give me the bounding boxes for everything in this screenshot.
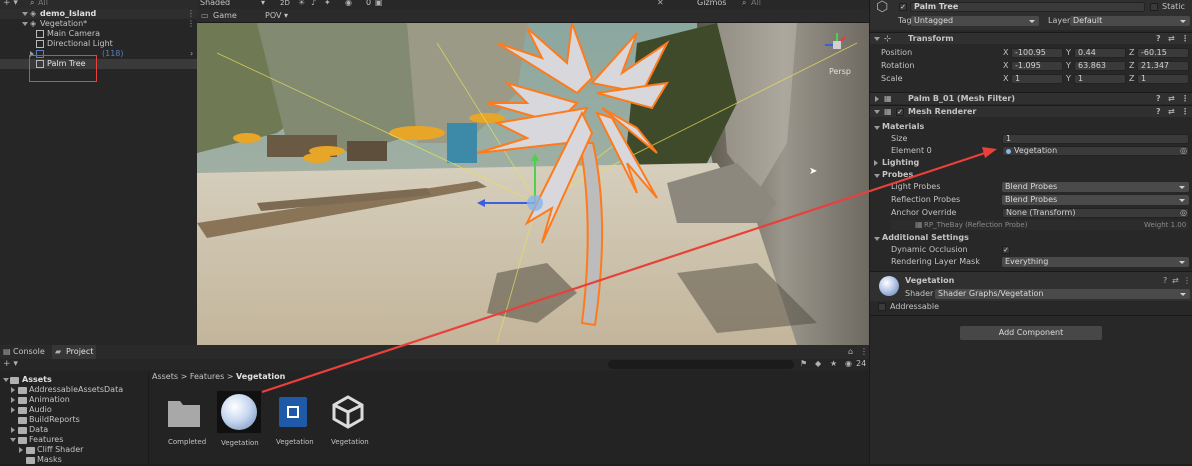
annotation-arrow [261, 147, 997, 394]
